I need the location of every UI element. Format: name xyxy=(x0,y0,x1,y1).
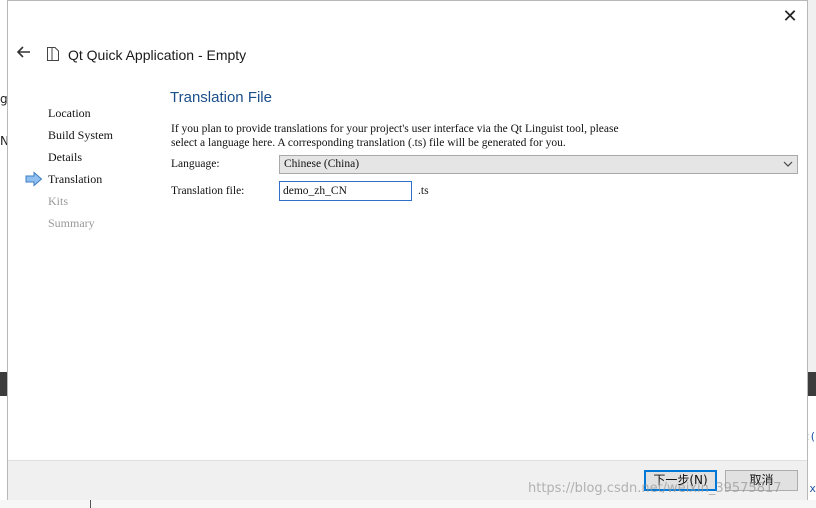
current-step-arrow-icon xyxy=(25,171,43,187)
description-line: select a language here. A corresponding … xyxy=(171,137,566,149)
background-code-fragment: x xyxy=(809,482,816,495)
language-selected-value: Chinese (China) xyxy=(284,158,360,170)
watermark-text: https://blog.csdn.net/weixin_39575817 xyxy=(528,481,782,496)
wizard-step-kits: Kits xyxy=(8,193,158,215)
wizard-step-details: Details xyxy=(8,149,158,171)
wizard-title: Qt Quick Application - Empty xyxy=(68,47,247,63)
wizard-step-label: Details xyxy=(48,150,82,164)
project-document-icon xyxy=(47,47,59,61)
wizard-step-label: Build System xyxy=(48,128,114,142)
wizard-step-label: Translation xyxy=(48,172,103,186)
new-project-wizard-dialog: ✕ Qt Quick Application - Empty Location … xyxy=(7,0,808,500)
wizard-steps-list: Location Build System Details Translatio… xyxy=(8,105,158,237)
translation-file-suffix: .ts xyxy=(418,185,429,197)
wizard-step-label: Summary xyxy=(48,216,95,230)
wizard-step-label: Location xyxy=(48,106,91,120)
language-label: Language: xyxy=(171,158,220,170)
description-line: If you plan to provide translations for … xyxy=(171,123,619,135)
translation-file-label: Translation file: xyxy=(171,185,245,197)
wizard-step-summary: Summary xyxy=(8,215,158,237)
background-dark-bar xyxy=(0,372,7,396)
chevron-down-icon xyxy=(783,161,793,167)
close-button[interactable]: ✕ xyxy=(779,5,801,27)
translation-file-input[interactable] xyxy=(279,181,412,201)
wizard-step-build-system: Build System xyxy=(8,127,158,149)
wizard-step-label: Kits xyxy=(48,194,69,208)
background-editor-area xyxy=(0,396,7,508)
background-dark-bar xyxy=(808,372,816,396)
page-title: Translation File xyxy=(170,89,272,106)
wizard-step-location: Location xyxy=(8,105,158,127)
language-combobox[interactable]: Chinese (China) xyxy=(279,155,798,174)
page-description: If you plan to provide translations for … xyxy=(171,122,801,150)
close-icon: ✕ xyxy=(782,6,798,26)
wizard-step-translation: Translation xyxy=(8,171,158,193)
background-status-strip xyxy=(0,500,816,508)
back-arrow-icon[interactable] xyxy=(14,42,34,62)
